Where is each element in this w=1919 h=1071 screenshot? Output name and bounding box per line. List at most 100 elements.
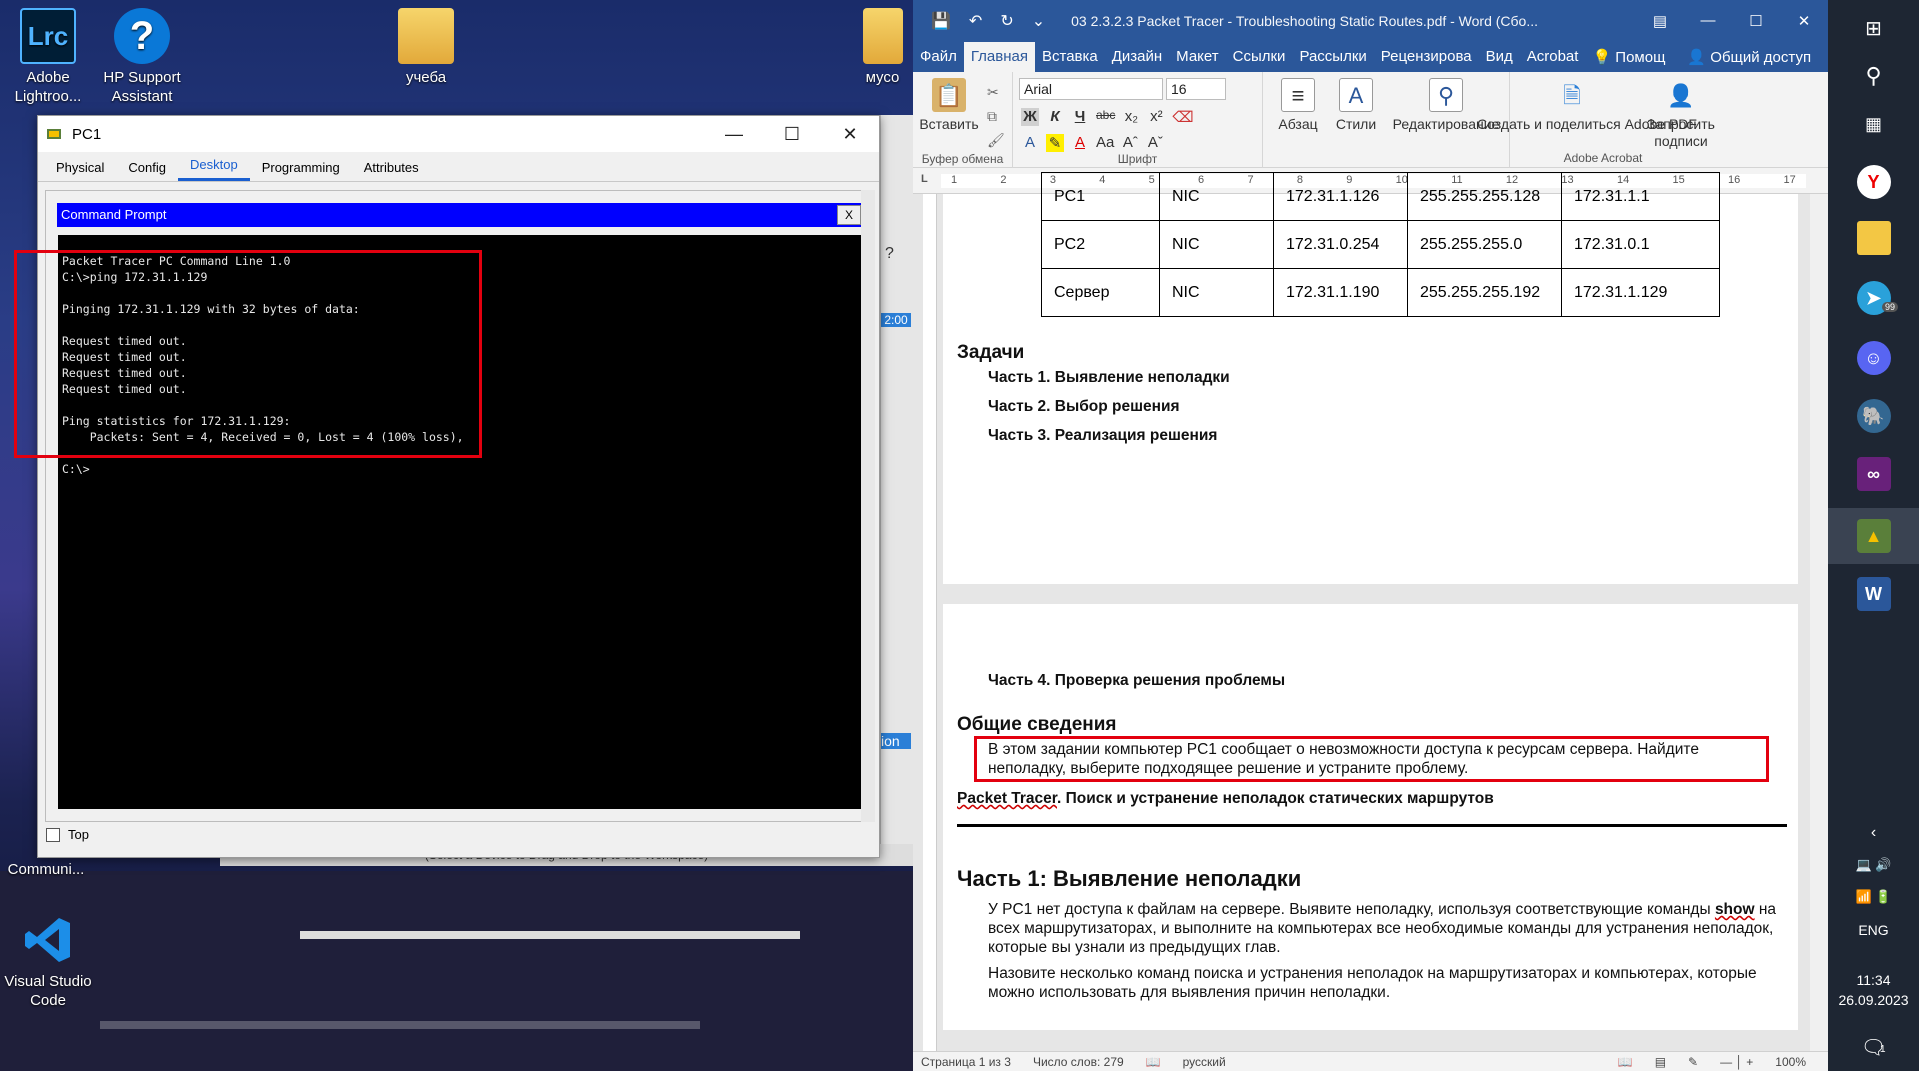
clear-formatting-icon[interactable]: ⌫ — [1172, 108, 1193, 126]
print-layout-icon[interactable]: ▤ — [1655, 1055, 1666, 1069]
word-titlebar[interactable]: 💾 ↶ ↻ ⌄ 03 2.3.2.3 Packet Tracer - Troub… — [913, 0, 1828, 42]
command-prompt-close-button[interactable]: X — [837, 205, 861, 225]
file-explorer-icon[interactable] — [1828, 216, 1919, 260]
cut-icon[interactable]: ✂ — [987, 80, 1005, 104]
pc1-tabs: Physical Config Desktop Programming Attr… — [38, 152, 879, 182]
pc1-titlebar[interactable]: PC1 — ☐ ✕ — [38, 116, 879, 152]
paragraph-button[interactable]: ≡ Абзац — [1271, 78, 1325, 133]
redo-icon[interactable]: ↻ — [1000, 11, 1013, 31]
desktop-icon-vscode[interactable]: Visual Studio Code — [0, 912, 96, 1010]
maximize-button[interactable]: ☐ — [1732, 12, 1780, 30]
styles-button[interactable]: A Стили — [1329, 78, 1383, 133]
notifications-icon[interactable]: 🗨 1 — [1828, 1030, 1919, 1064]
zoom-level[interactable]: 100% — [1775, 1055, 1806, 1069]
close-button[interactable]: ✕ — [1780, 12, 1828, 30]
ruler-tick: 1 — [951, 174, 958, 186]
task-view-icon[interactable]: ▦ — [1828, 104, 1919, 144]
web-layout-icon[interactable]: ✎ — [1688, 1055, 1698, 1069]
telegram-icon[interactable]: ➤ 99 — [1828, 276, 1919, 320]
italic-button[interactable]: К — [1046, 108, 1064, 126]
tray-icons[interactable]: 💻 🔊 — [1828, 852, 1919, 878]
clock-date[interactable]: 26.09.2023 — [1828, 990, 1919, 1010]
checkbox-box[interactable] — [46, 827, 60, 842]
zoom-slider[interactable]: — │ + — [1720, 1055, 1753, 1069]
bold-button[interactable]: Ж — [1021, 108, 1039, 126]
language-indicator[interactable]: ENG — [1828, 918, 1919, 942]
change-case-icon[interactable]: Aa — [1096, 134, 1114, 152]
minimize-button[interactable]: — — [705, 116, 763, 152]
tab-selector-icon[interactable]: L — [921, 173, 928, 185]
maximize-button[interactable]: ☐ — [763, 116, 821, 152]
tab-file[interactable]: Файл — [913, 42, 964, 72]
visual-studio-icon[interactable]: ∞ — [1828, 452, 1919, 496]
tab-view[interactable]: Вид — [1479, 42, 1520, 72]
paste-button[interactable]: 📋 Вставить — [919, 78, 979, 133]
close-button[interactable]: ✕ — [821, 116, 879, 152]
tab-insert[interactable]: Вставка — [1035, 42, 1105, 72]
minimize-button[interactable]: — — [1684, 12, 1732, 30]
page-count[interactable]: Страница 1 из 3 — [921, 1055, 1011, 1069]
hidden-icons-chevron[interactable]: ‹ — [1828, 820, 1919, 846]
undo-icon[interactable]: ↶ — [969, 11, 982, 31]
ribbon-display-button[interactable]: ▤ — [1636, 12, 1684, 30]
copy-icon[interactable]: ⧉ — [987, 104, 1005, 128]
save-icon[interactable]: 💾 — [931, 11, 951, 31]
request-signatures-button[interactable]: 👤 Запросить подписи — [1631, 78, 1731, 150]
format-painter-icon[interactable]: 🖌 — [987, 128, 1005, 152]
word-taskbar-icon[interactable]: W — [1828, 572, 1919, 616]
tab-help[interactable]: 💡 Помощ — [1585, 42, 1672, 72]
discord-icon[interactable]: ☺ — [1828, 336, 1919, 380]
tab-review[interactable]: Рецензирова — [1374, 42, 1479, 72]
tab-layout[interactable]: Макет — [1169, 42, 1225, 72]
command-prompt-output[interactable]: Packet Tracer PC Command Line 1.0 C:\>pi… — [58, 235, 864, 809]
highlight-icon[interactable]: ✎ — [1046, 134, 1064, 152]
desktop-icon-ucheba[interactable]: учеба — [378, 8, 474, 87]
task-item: Часть 4. Проверка решения проблемы — [988, 672, 1286, 689]
tab-acrobat[interactable]: Acrobat — [1520, 42, 1586, 72]
tab-desktop[interactable]: Desktop — [178, 152, 250, 181]
superscript-button[interactable]: x² — [1147, 108, 1165, 126]
search-icon[interactable]: ⚲ — [1828, 56, 1919, 96]
word-count[interactable]: Число слов: 279 — [1033, 1055, 1124, 1069]
tab-programming[interactable]: Programming — [250, 155, 352, 181]
grow-font-icon[interactable]: Aˆ — [1121, 134, 1139, 152]
tab-mailings[interactable]: Рассылки — [1292, 42, 1373, 72]
font-name-select[interactable]: Arial — [1019, 78, 1163, 100]
text-effects-icon[interactable]: A — [1021, 134, 1039, 152]
network-icon[interactable]: 📶 🔋 — [1828, 884, 1919, 910]
desktop-icon-hp-support[interactable]: ? HP Support Assistant — [94, 8, 190, 106]
desktop-icon-communi[interactable]: Communi... — [0, 860, 92, 879]
share-button[interactable]: 👤 Общий доступ — [1680, 42, 1818, 72]
tab-physical[interactable]: Physical — [44, 155, 116, 181]
desktop-icon-lightroom[interactable]: Lrc Adobe Lightroo... — [0, 8, 96, 106]
shrink-font-icon[interactable]: Aˇ — [1146, 134, 1164, 152]
clock-time[interactable]: 11:34 — [1828, 970, 1919, 990]
start-button[interactable]: ⊞ — [1828, 8, 1919, 48]
word-doc-title: 03 2.3.2.3 Packet Tracer - Troubleshooti… — [1071, 13, 1539, 29]
tab-config[interactable]: Config — [116, 155, 178, 181]
pc1-scrollbar[interactable] — [861, 190, 875, 822]
font-color-icon[interactable]: A — [1071, 134, 1089, 152]
tab-design[interactable]: Дизайн — [1105, 42, 1169, 72]
quick-access-dropdown-icon[interactable]: ⌄ — [1032, 11, 1045, 31]
yandex-browser-icon[interactable]: Y — [1828, 160, 1919, 204]
desktop-tab-content: Command Prompt X Packet Tracer PC Comman… — [45, 190, 871, 822]
document-scrollbar[interactable] — [1810, 194, 1828, 1051]
tab-home[interactable]: Главная — [963, 42, 1035, 72]
packet-tracer-taskbar-icon[interactable]: ▲ — [1828, 508, 1919, 564]
font-size-select[interactable]: 16 — [1166, 78, 1226, 100]
tab-attributes[interactable]: Attributes — [352, 155, 431, 181]
read-mode-icon[interactable]: 📖 — [1618, 1055, 1633, 1069]
desktop-icon-muso[interactable]: мусо — [852, 8, 913, 87]
ribbon-tabs: Файл Главная Вставка Дизайн Макет Ссылки… — [913, 42, 1828, 72]
clipboard-group-label: Буфер обмена — [921, 152, 1004, 166]
underline-button[interactable]: Ч — [1071, 108, 1089, 126]
language[interactable]: русский — [1183, 1055, 1226, 1069]
proofing-icon[interactable]: 📖 — [1146, 1055, 1161, 1069]
strikethrough-button[interactable]: abc — [1096, 108, 1115, 126]
subscript-button[interactable]: x₂ — [1122, 108, 1140, 126]
postgres-icon[interactable]: 🐘 — [1828, 394, 1919, 438]
top-checkbox[interactable]: Top — [46, 827, 89, 842]
tab-references[interactable]: Ссылки — [1226, 42, 1293, 72]
paragraph-label: Абзац — [1278, 116, 1318, 132]
